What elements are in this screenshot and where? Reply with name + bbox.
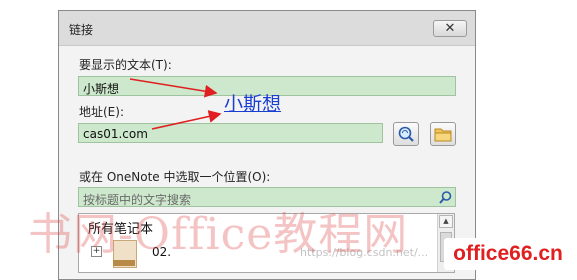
arrow-to-text — [129, 78, 218, 98]
site-badge: office66.cn — [444, 238, 572, 270]
annotation-link-text: 小斯想 — [224, 93, 282, 115]
watermark-url: https://blog.csdn.net/... — [300, 246, 429, 259]
arrow-to-address — [151, 110, 222, 130]
